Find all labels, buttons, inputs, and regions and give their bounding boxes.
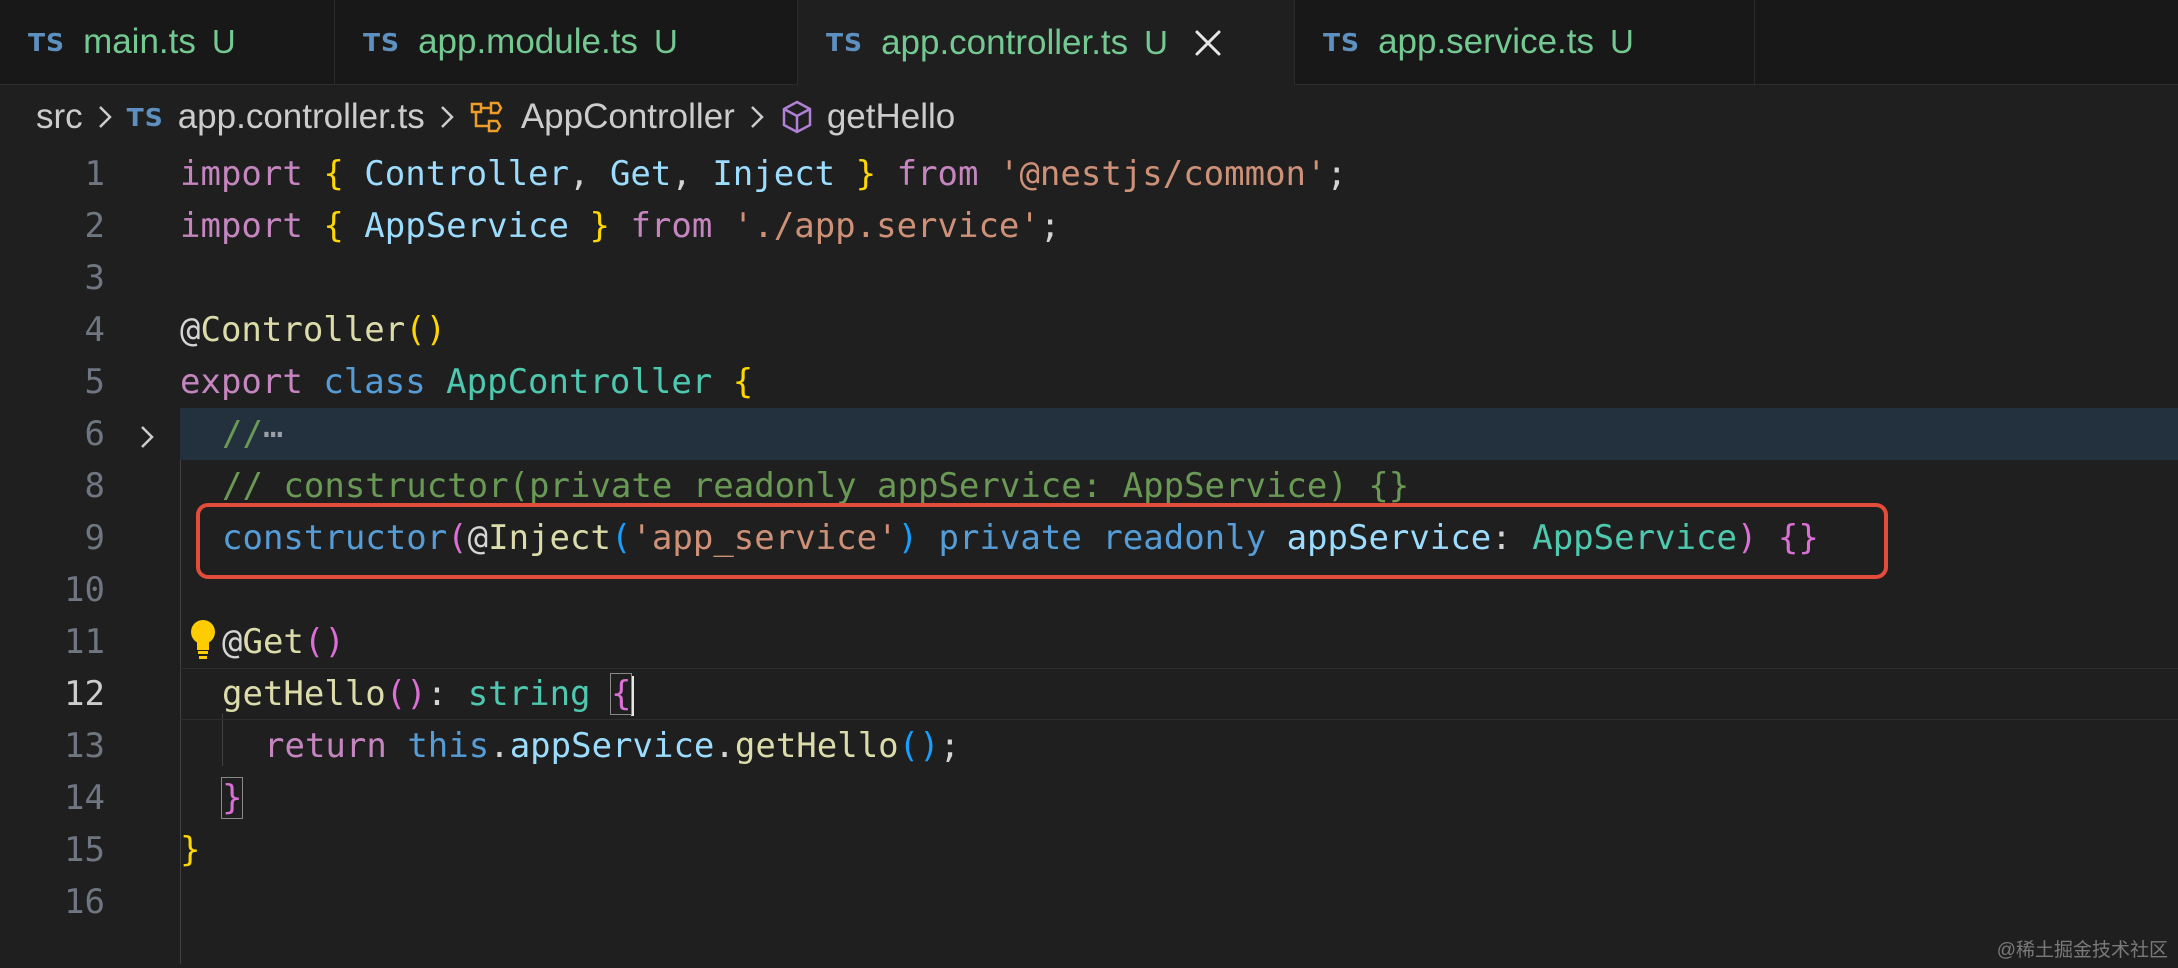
code-text: @Controller() xyxy=(180,310,447,350)
tab-app-service-ts[interactable]: TS app.service.ts U xyxy=(1295,0,1755,84)
code-line: 4 @Controller() xyxy=(0,304,2178,356)
fold-ellipsis[interactable]: ⋯ xyxy=(263,414,283,454)
line-number: 15 xyxy=(64,830,105,870)
tab-app-controller-ts[interactable]: TS app.controller.ts U xyxy=(798,0,1295,85)
line-number: 5 xyxy=(84,362,105,402)
editor-tab-bar: TS main.ts U TS app.module.ts U TS app.c… xyxy=(0,0,2178,85)
untracked-badge: U xyxy=(211,23,236,60)
matching-bracket: } xyxy=(220,777,244,819)
typescript-file-icon: TS xyxy=(28,27,66,57)
code-line: 11 @Get() xyxy=(0,616,2178,668)
annotation-highlight-box xyxy=(196,503,1888,579)
watermark: @稀土掘金技术社区 xyxy=(1996,940,2168,961)
typescript-file-icon: TS xyxy=(1323,27,1361,57)
tab-label: app.service.ts xyxy=(1378,22,1594,61)
code-text: import { Controller, Get, Inject } from … xyxy=(180,154,1347,194)
chevron-right-icon xyxy=(439,103,455,131)
line-number: 13 xyxy=(64,726,105,766)
line-number: 3 xyxy=(84,258,105,298)
matching-bracket: { xyxy=(609,673,633,715)
tab-app-module-ts[interactable]: TS app.module.ts U xyxy=(335,0,798,84)
code-line: 3 xyxy=(0,252,2178,304)
code-line: 16 xyxy=(0,876,2178,928)
class-symbol-icon xyxy=(469,99,509,135)
code-text: return this.appService.getHello(); xyxy=(264,726,961,766)
code-line-current: 12 getHello(): string { xyxy=(0,668,2178,720)
code-text: export class AppController { xyxy=(180,362,754,402)
tab-label: main.ts xyxy=(83,22,196,61)
close-icon[interactable] xyxy=(1188,23,1228,63)
code-text: @Get() xyxy=(222,622,345,662)
breadcrumb: src TS app.controller.ts AppController g… xyxy=(36,92,955,142)
line-number: 16 xyxy=(64,882,105,922)
untracked-badge: U xyxy=(1144,23,1168,61)
code-line: 15 } xyxy=(0,824,2178,876)
code-line: 2 import { AppService } from './app.serv… xyxy=(0,200,2178,252)
code-text: } xyxy=(220,772,244,824)
code-line: 13 return this.appService.getHello(); xyxy=(0,720,2178,772)
untracked-badge: U xyxy=(1610,23,1634,60)
line-number: 8 xyxy=(84,466,105,506)
typescript-file-icon: TS xyxy=(826,28,864,57)
tab-main-ts[interactable]: TS main.ts U xyxy=(0,0,335,84)
breadcrumb-class[interactable]: AppController xyxy=(521,97,735,137)
code-text: import { AppService } from './app.servic… xyxy=(180,206,1061,246)
line-number: 6 xyxy=(84,414,105,454)
chevron-right-icon xyxy=(97,103,113,131)
text-cursor xyxy=(631,675,635,716)
chevron-right-icon[interactable] xyxy=(138,420,156,460)
tab-label: app.controller.ts xyxy=(881,22,1129,62)
line-number: 11 xyxy=(64,622,105,662)
breadcrumb-method[interactable]: getHello xyxy=(827,97,955,137)
code-editor[interactable]: 1 import { Controller, Get, Inject } fro… xyxy=(0,148,2178,968)
tab-label: app.module.ts xyxy=(418,22,638,61)
method-cube-icon xyxy=(779,99,815,135)
breadcrumb-file[interactable]: app.controller.ts xyxy=(178,97,425,137)
code-line: 5 export class AppController { xyxy=(0,356,2178,408)
line-number: 9 xyxy=(84,518,105,558)
code-text: getHello(): string { xyxy=(222,668,635,720)
folded-region-highlight xyxy=(180,408,2178,460)
code-text: } xyxy=(180,830,201,870)
line-number: 10 xyxy=(64,570,105,610)
code-line: 14 } xyxy=(0,772,2178,824)
code-text: //⋯ xyxy=(222,414,284,454)
line-number: 14 xyxy=(64,778,105,818)
breadcrumb-folder[interactable]: src xyxy=(36,97,83,137)
line-number: 1 xyxy=(84,154,105,194)
typescript-file-icon: TS xyxy=(126,102,164,132)
code-line: 1 import { Controller, Get, Inject } fro… xyxy=(0,148,2178,200)
code-line-folded: 6 //⋯ xyxy=(0,408,2178,460)
line-number: 4 xyxy=(84,310,105,350)
untracked-badge: U xyxy=(653,23,678,60)
lightbulb-icon[interactable] xyxy=(188,618,218,671)
line-number: 12 xyxy=(64,674,105,714)
typescript-file-icon: TS xyxy=(363,27,401,57)
line-number: 2 xyxy=(84,206,105,246)
chevron-right-icon xyxy=(749,103,765,131)
